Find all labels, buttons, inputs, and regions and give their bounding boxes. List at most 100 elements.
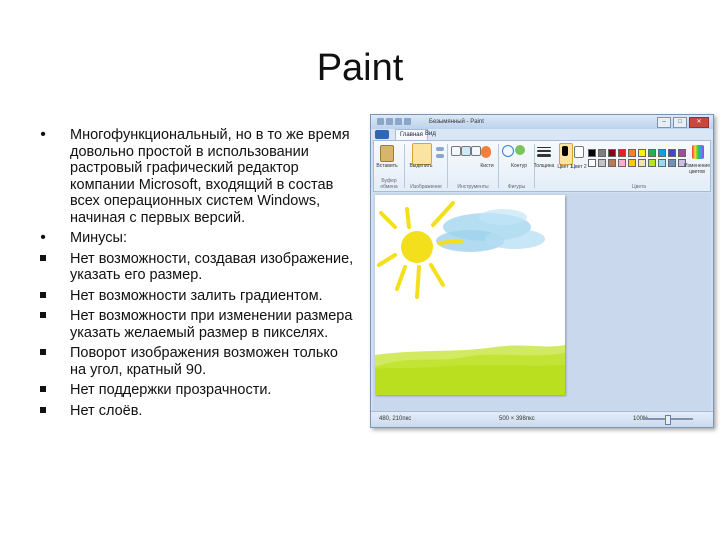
bullet-text: Нет возможности, создавая изображение, у… (70, 250, 354, 284)
sun-drawing (377, 201, 463, 299)
thickness-line-icon (537, 150, 551, 152)
drawing-svg (375, 201, 565, 395)
color2-swatch (574, 146, 584, 158)
bullet-text: Нет возможности при изменении размера ук… (70, 308, 353, 341)
palette-swatch (598, 159, 606, 167)
color1-swatch (562, 146, 568, 156)
paint-statusbar: 480, 210пкс 500 × 398пкс 100% (371, 411, 713, 427)
bullet-item-con: Нет возможности залить градиентом. (36, 288, 354, 305)
bullet-list: Многофункциональный, но в то же время до… (36, 127, 354, 423)
maximize-button: □ (673, 117, 687, 128)
outline-label: Контур (510, 163, 528, 169)
grass-drawing (375, 345, 565, 395)
text-tool-icon (471, 146, 481, 156)
slide-title: Paint (316, 47, 404, 89)
palette-swatch (588, 159, 596, 167)
palette-swatch (638, 159, 646, 167)
bullet-square-icon (36, 382, 50, 399)
paste-icon (380, 145, 394, 162)
bullet-text: Многофункциональный, но в то же время до… (70, 127, 350, 226)
quick-access-toolbar (377, 118, 417, 126)
palette-swatch (598, 149, 606, 157)
tab-home: Главная (395, 129, 428, 140)
fill-bucket-icon (461, 146, 471, 156)
palette-swatch (618, 149, 626, 157)
palette-swatch (668, 149, 676, 157)
group-label: Изображение (410, 184, 442, 190)
paint-window-title: Безымянный - Paint (429, 119, 484, 125)
edit-colors-icon (692, 145, 704, 159)
brushes-label: Кисти (480, 163, 494, 169)
bullet-text: Нет поддержки прозрачности. (70, 382, 272, 398)
paint-workspace (373, 193, 711, 411)
bullet-square-icon (36, 251, 50, 268)
outline-icon (515, 145, 525, 155)
paint-canvas (375, 195, 565, 395)
bullet-square-icon (36, 345, 50, 362)
group-label: Инструменты (457, 184, 489, 190)
bullet-text: Нет возможности залить градиентом. (70, 287, 323, 304)
bullet-item-con: Нет поддержки прозрачности. (36, 382, 354, 399)
paste-label: Вставить (376, 163, 398, 169)
app-menu-button (375, 130, 389, 139)
palette-swatch (628, 159, 636, 167)
group-label: Буфер обмена (380, 178, 398, 190)
palette-swatch (608, 159, 616, 167)
palette-swatch (618, 159, 626, 167)
tab-view: Вид (425, 131, 436, 137)
palette-swatch (648, 149, 656, 157)
palette-swatch (588, 149, 596, 157)
bullet-item-con: Нет возможности, создавая изображение, у… (36, 251, 354, 284)
ribbon-tabs: Главная Вид (371, 129, 713, 140)
zoom-slider-thumb (665, 415, 671, 425)
paint-window-screenshot: Безымянный - Paint – □ ✕ Главная Вид Вст… (370, 114, 714, 428)
palette-swatch (638, 149, 646, 157)
palette-swatch (658, 159, 666, 167)
palette-swatch (658, 149, 666, 157)
bullet-item-con: Поворот изображения возможен только на у… (36, 345, 354, 378)
bullet-item-cons-heading: Минусы: (36, 230, 354, 247)
cursor-position: 480, 210пкс (379, 416, 412, 422)
palette-swatch (678, 149, 686, 157)
bullet-item-con: Нет возможности при изменении размера ук… (36, 308, 354, 341)
ribbon: Вставить Выделить Кисти Контур Толщина Ц… (373, 140, 711, 192)
group-label: Цвета (632, 184, 646, 190)
bullet-text: Поворот изображения возможен только на у… (70, 345, 338, 378)
color-palette (588, 149, 686, 167)
color2-label: Цвет 2 (571, 164, 587, 170)
bullet-dot-icon (36, 127, 50, 144)
sky-cloud-drawing (436, 209, 545, 252)
redo-icon (404, 118, 411, 125)
crop-icon (436, 147, 444, 151)
select-label: Выделить (409, 163, 433, 169)
ribbon-separator (447, 144, 448, 188)
palette-swatch (628, 149, 636, 157)
image-size: 500 × 398пкс (499, 416, 535, 422)
minimize-button: – (657, 117, 671, 128)
bullet-item-description: Многофункциональный, но в то же время до… (36, 127, 354, 226)
bullet-square-icon (36, 288, 50, 305)
ribbon-separator (498, 144, 499, 188)
thickness-line-icon (537, 154, 551, 157)
shapes-icon (502, 145, 514, 157)
paint-titlebar: Безымянный - Paint – □ ✕ (371, 115, 713, 129)
window-controls: – □ ✕ (657, 117, 709, 128)
select-icon (412, 143, 432, 165)
edit-colors-label: Изменение цветов (684, 163, 710, 175)
resize-icon (436, 154, 444, 158)
ribbon-separator (404, 144, 405, 188)
save-icon (386, 118, 393, 125)
thickness-line-icon (537, 147, 551, 148)
bullet-square-icon (36, 308, 50, 325)
paint-app-icon (377, 118, 384, 125)
bullet-text: Нет слоёв. (70, 402, 143, 419)
palette-swatch (668, 159, 676, 167)
pencil-icon (451, 146, 461, 156)
bullet-item-con: Нет слоёв. (36, 403, 354, 420)
group-label: Фигуры (507, 184, 526, 190)
bullet-square-icon (36, 403, 50, 420)
brush-icon (481, 146, 491, 158)
palette-swatch (608, 149, 616, 157)
undo-icon (395, 118, 402, 125)
bullet-text: Минусы: (70, 230, 127, 246)
